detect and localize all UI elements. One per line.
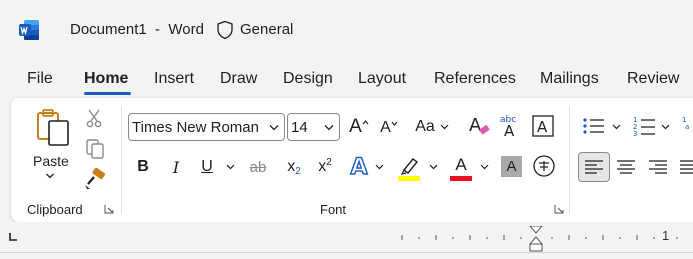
enclose-characters-icon[interactable] [532, 154, 556, 178]
chevron-down-icon[interactable] [45, 172, 55, 180]
font-name-value: Times New Roman [132, 118, 259, 136]
font-name-combo[interactable]: Times New Roman [128, 113, 285, 141]
ribbon-home: Paste Clipboard Times New Roman 14 A A A… [11, 98, 693, 222]
font-color-swatch [450, 175, 472, 181]
multilevel-list-icon[interactable]: 1 a [682, 114, 693, 138]
chevron-down-icon[interactable] [375, 164, 384, 170]
svg-text:A: A [469, 115, 482, 136]
chevron-down-icon [440, 124, 449, 130]
chevron-down-icon [269, 125, 279, 131]
align-left-button[interactable] [578, 152, 610, 182]
dialog-launcher-icon[interactable] [554, 204, 564, 214]
caret-up-icon [362, 119, 369, 124]
justify-icon[interactable] [679, 159, 693, 175]
phonetic-guide-icon: abc A [500, 115, 516, 138]
change-case-glyph: Aa [415, 118, 435, 135]
chevron-down-icon[interactable] [661, 124, 670, 130]
font-color-glyph: A [455, 154, 467, 174]
chevron-down-icon[interactable] [480, 164, 489, 170]
ribbon-tabs: File Home Insert Draw Design Layout Refe… [0, 66, 693, 96]
document-title: Document1 - Word [70, 21, 204, 38]
highlighter-icon[interactable] [397, 154, 423, 182]
chevron-down-icon[interactable] [429, 164, 438, 170]
horizontal-ruler[interactable] [30, 226, 693, 252]
phonetic-guide-button[interactable]: abc A [499, 112, 523, 138]
bullets-icon[interactable] [582, 116, 606, 136]
svg-text:a: a [685, 123, 689, 131]
active-tab-indicator [84, 92, 131, 95]
align-center-icon[interactable] [616, 159, 636, 175]
tab-mailings[interactable]: Mailings [540, 70, 599, 88]
group-separator [121, 106, 122, 214]
text-effects-glyph: A [350, 154, 368, 180]
character-shading-button[interactable]: A [501, 156, 522, 177]
character-border-icon[interactable]: A [532, 115, 554, 137]
ruler: 1 [0, 222, 693, 259]
caret-down-icon [391, 121, 398, 126]
tab-review[interactable]: Review [627, 70, 679, 88]
font-group-label: Font [320, 202, 347, 217]
grow-font-glyph: A [349, 116, 362, 137]
sensitivity-label[interactable]: General [240, 21, 293, 38]
shrink-font-glyph: A [380, 119, 391, 136]
chevron-down-icon [324, 125, 334, 131]
tab-layout[interactable]: Layout [358, 70, 406, 88]
grow-font-button[interactable]: A [346, 115, 372, 139]
cut-icon[interactable] [84, 108, 104, 128]
clear-formatting-icon[interactable]: A [468, 114, 492, 138]
superscript-glyph: x [318, 158, 327, 175]
italic-button[interactable]: I [166, 155, 186, 179]
superscript-button[interactable]: x2 [313, 155, 337, 179]
underline-button[interactable]: U [197, 155, 217, 179]
strikethrough-button[interactable]: ab [245, 155, 271, 179]
format-painter-icon[interactable] [83, 168, 107, 190]
word-icon[interactable] [18, 19, 40, 41]
subscript-button[interactable]: x2 [282, 155, 306, 179]
dialog-launcher-icon[interactable] [104, 204, 114, 214]
svg-text:A: A [537, 118, 548, 136]
svg-text:3: 3 [633, 130, 637, 138]
tab-home[interactable]: Home [84, 70, 128, 88]
font-color-button[interactable]: A [449, 153, 473, 183]
change-case-button[interactable]: Aa [412, 115, 452, 139]
font-size-combo[interactable]: 14 [287, 113, 340, 141]
text-effects-button[interactable]: A [347, 154, 371, 180]
chevron-down-icon[interactable] [612, 124, 621, 130]
copy-icon[interactable] [84, 138, 106, 160]
tab-references[interactable]: References [434, 70, 516, 88]
bold-button[interactable]: B [133, 155, 153, 179]
ruler-divider [0, 252, 693, 253]
align-right-icon[interactable] [648, 159, 668, 175]
tab-design[interactable]: Design [283, 70, 333, 88]
align-left-icon [585, 160, 603, 174]
paste-icon[interactable] [35, 108, 73, 148]
subscript-glyph: x [287, 158, 296, 175]
shield-icon[interactable] [216, 20, 234, 40]
tab-draw[interactable]: Draw [220, 70, 257, 88]
group-separator [569, 106, 570, 214]
superscript-mark: 2 [326, 156, 332, 168]
svg-text:A: A [504, 122, 515, 138]
ruler-marker: 1 [662, 228, 670, 243]
subscript-mark: 2 [295, 166, 301, 177]
word-window: Document1 - Word General File Home Inser… [0, 0, 693, 259]
tab-file[interactable]: File [27, 70, 53, 88]
font-size-value: 14 [291, 118, 308, 136]
tab-insert[interactable]: Insert [154, 70, 194, 88]
chevron-down-icon[interactable] [226, 164, 235, 170]
numbering-icon[interactable]: 1 2 3 [633, 114, 657, 138]
paste-button-label[interactable]: Paste [33, 153, 69, 169]
character-shading-glyph: A [506, 158, 517, 175]
title-bar: Document1 - Word General [0, 0, 693, 60]
clipboard-group-label: Clipboard [27, 202, 83, 217]
shrink-font-button[interactable]: A [377, 117, 401, 139]
tab-selector-icon[interactable] [9, 233, 17, 241]
